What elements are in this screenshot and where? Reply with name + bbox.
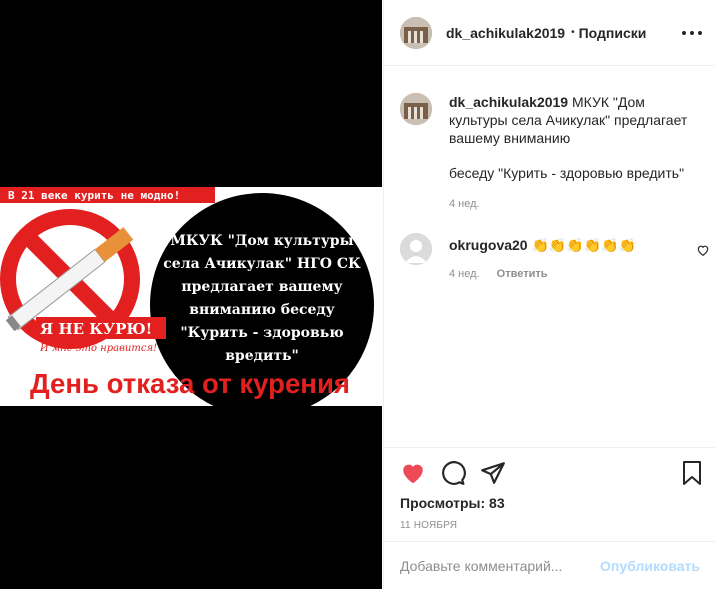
- publish-button[interactable]: Опубликовать: [600, 558, 700, 574]
- header-username[interactable]: dk_achikulak2019: [446, 25, 565, 41]
- comment-timestamp[interactable]: 4 нед.: [449, 268, 480, 280]
- avatar[interactable]: [400, 93, 432, 125]
- views-count[interactable]: Просмотры: 83: [400, 495, 505, 511]
- avatar[interactable]: [400, 16, 432, 49]
- comment-icon[interactable]: [440, 460, 466, 486]
- like-comment-icon[interactable]: [696, 243, 710, 257]
- circle-text-line: села Ачикулак" НГО СК: [163, 256, 361, 272]
- separator-dot: •: [571, 27, 575, 38]
- post-date[interactable]: 11 НОЯБРЯ: [400, 520, 457, 531]
- circle-text-line: вредить": [225, 348, 299, 364]
- post-header: dk_achikulak2019 • Подписки: [384, 0, 715, 66]
- action-icons: [400, 460, 506, 486]
- more-options-icon[interactable]: [682, 24, 702, 42]
- comment-username[interactable]: okrugova20: [449, 237, 528, 253]
- add-comment-bar: Добавьте комментарий... Опубликовать: [384, 541, 715, 589]
- post-caption: dk_achikulak2019 МКУК "Дом культуры села…: [400, 93, 700, 210]
- follow-status-button[interactable]: Подписки: [579, 25, 647, 41]
- caption-text: dk_achikulak2019 МКУК "Дом культуры села…: [449, 93, 700, 182]
- reply-button[interactable]: Ответить: [497, 268, 548, 280]
- circle-text-line: вниманию беседу: [189, 302, 334, 318]
- avatar[interactable]: [400, 233, 432, 265]
- circle-text-line: предлагает вашему: [181, 279, 342, 295]
- caption-username[interactable]: dk_achikulak2019: [449, 94, 568, 110]
- share-icon[interactable]: [480, 460, 506, 486]
- comment-input[interactable]: Добавьте комментарий...: [400, 558, 562, 574]
- media-area: В 21 веке курить не модно! Я НЕ КУРЮ! И …: [0, 0, 382, 589]
- comment-meta: 4 нед. Ответить: [449, 268, 700, 280]
- headline-text: День отказа от курения: [30, 368, 350, 399]
- caption-timestamp[interactable]: 4 нед.: [449, 198, 700, 210]
- bookmark-icon[interactable]: [680, 460, 704, 486]
- comment-body: okrugova20 👏👏👏👏👏👏: [449, 233, 700, 254]
- circle-text-line: МКУК "Дом культуры: [170, 233, 353, 249]
- post-image[interactable]: В 21 веке курить не модно! Я НЕ КУРЮ! И …: [0, 187, 382, 406]
- post-details-panel: dk_achikulak2019 • Подписки dk_achikulak…: [383, 0, 715, 589]
- caption-body-line2: беседу "Курить - здоровью вредить": [449, 165, 685, 181]
- circle-text-line: "Курить - здоровью: [180, 325, 343, 341]
- sticker-subtext: И мне это нравится!: [39, 343, 157, 354]
- comment-item: okrugova20 👏👏👏👏👏👏 4 нед. Ответить: [400, 233, 709, 280]
- banner-top-text: В 21 веке курить не модно!: [8, 189, 180, 202]
- sticker-text: Я НЕ КУРЮ!: [40, 320, 152, 338]
- heart-icon[interactable]: [400, 460, 426, 486]
- comment-text: 👏👏👏👏👏👏: [531, 237, 637, 253]
